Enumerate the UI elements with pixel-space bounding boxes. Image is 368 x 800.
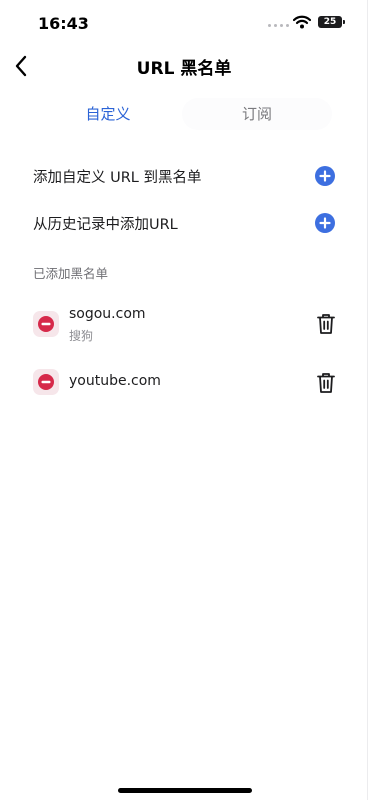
- tab-custom[interactable]: 自定义: [42, 98, 174, 130]
- blocked-icon: [33, 369, 59, 395]
- status-bar: 16:43 25: [0, 0, 368, 44]
- page-title: URL 黑名单: [136, 59, 232, 79]
- battery-icon: 25: [318, 16, 342, 28]
- blocked-icon: [33, 311, 59, 337]
- home-indicator[interactable]: [118, 788, 252, 793]
- add-custom-url-row[interactable]: 添加自定义 URL 到黑名单: [0, 154, 368, 198]
- blacklist-item: sogou.com 搜狗: [0, 296, 368, 352]
- trash-icon[interactable]: [316, 372, 336, 394]
- tab-bar: 自定义 订阅: [0, 92, 368, 136]
- tab-subscribe[interactable]: 订阅: [182, 98, 332, 130]
- status-time: 16:43: [38, 14, 89, 33]
- section-header-blacklist: 已添加黑名单: [33, 266, 109, 281]
- wifi-icon: [293, 15, 311, 29]
- add-from-history-row[interactable]: 从历史记录中添加URL: [0, 201, 368, 245]
- add-from-history-label: 从历史记录中添加URL: [33, 217, 178, 233]
- add-custom-url-label: 添加自定义 URL 到黑名单: [33, 170, 202, 186]
- trash-icon[interactable]: [316, 313, 336, 335]
- blacklist-item-subtitle: 搜狗: [69, 329, 94, 343]
- battery-tip: [343, 20, 345, 24]
- blacklist-item-title: sogou.com: [69, 306, 146, 322]
- cellular-signal-icon: [268, 24, 289, 27]
- plus-circle-icon[interactable]: [315, 213, 335, 233]
- blacklist-item: youtube.com: [0, 356, 368, 412]
- nav-bar: URL 黑名单: [0, 44, 368, 88]
- plus-circle-icon[interactable]: [315, 166, 335, 186]
- blacklist-item-title: youtube.com: [69, 373, 161, 389]
